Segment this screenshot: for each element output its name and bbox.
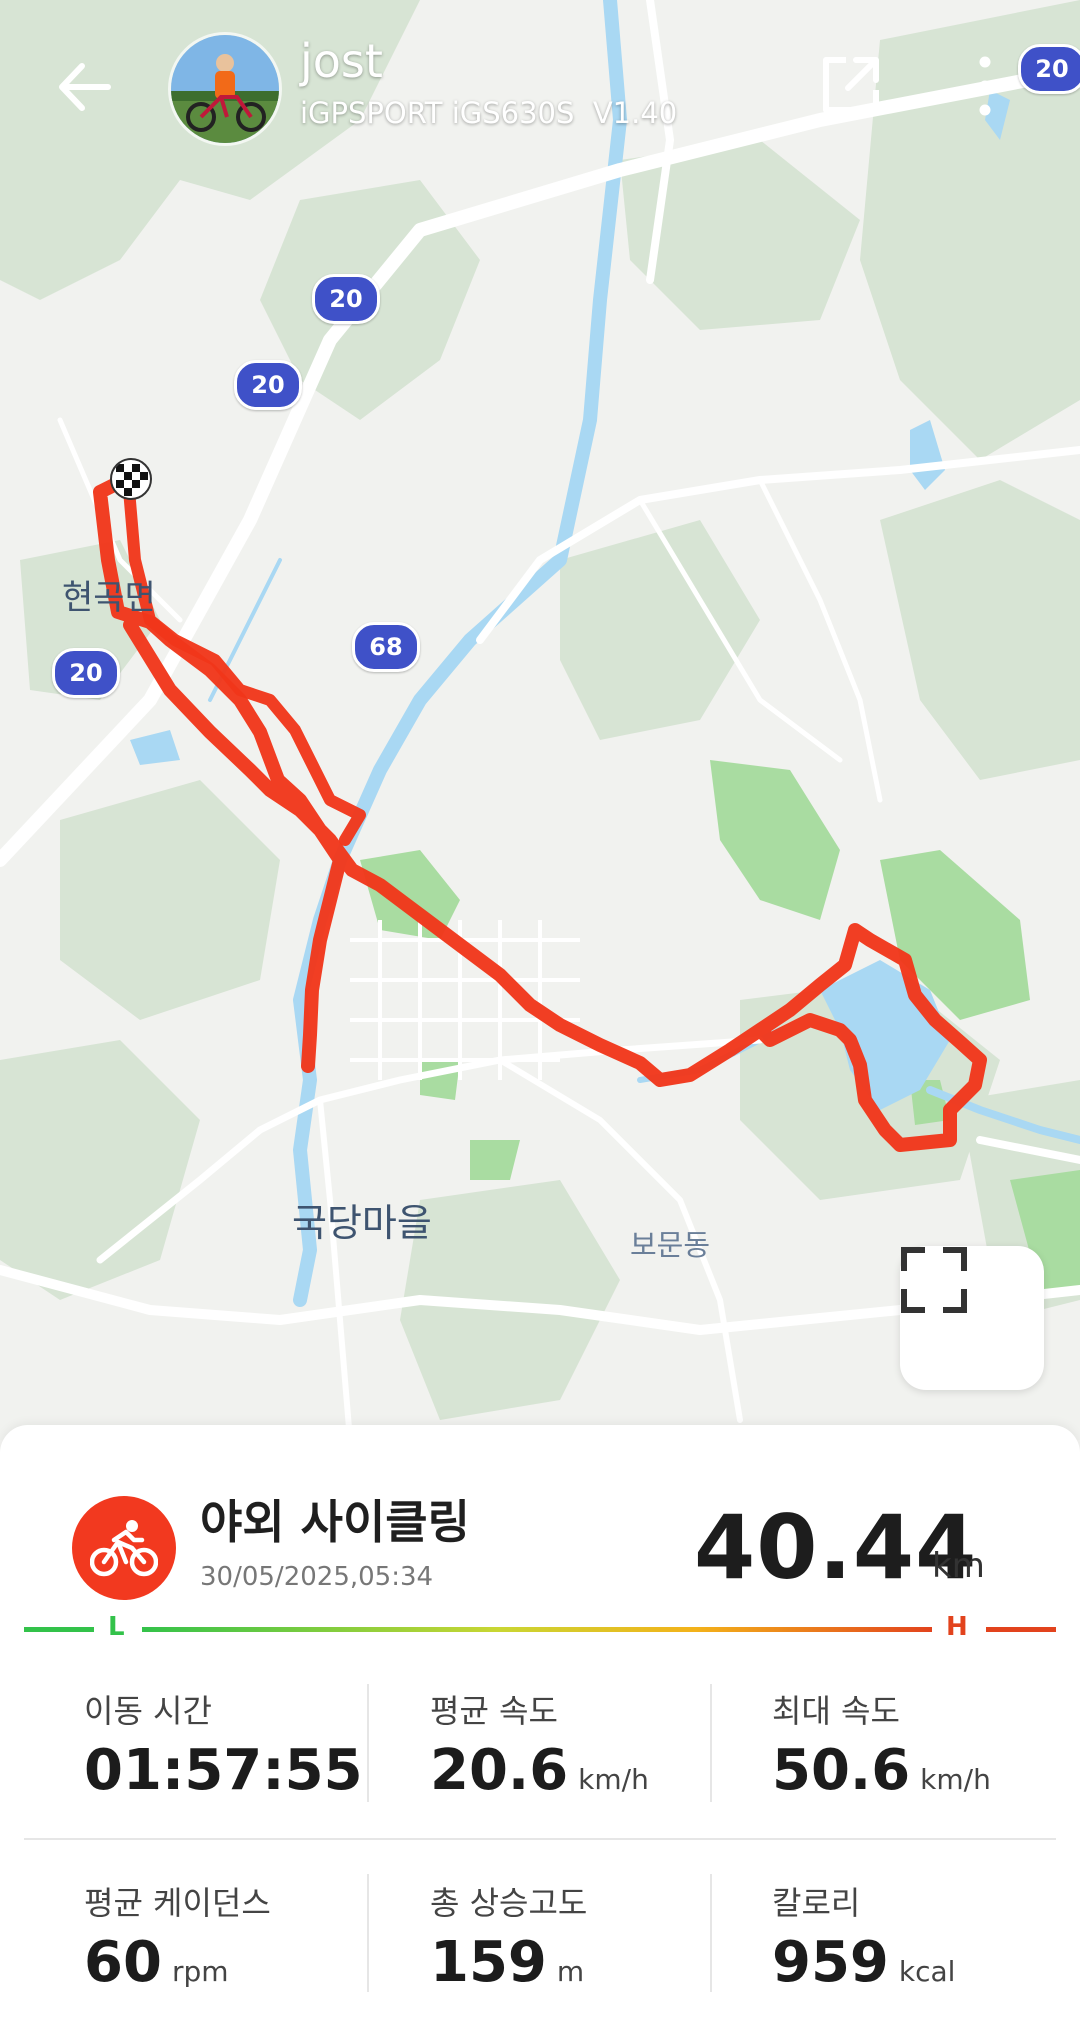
road-shield: 68	[352, 622, 420, 672]
divider	[367, 1684, 369, 1802]
stat-label: 총 상승고도	[430, 1884, 588, 1922]
road-shield: 20	[234, 360, 302, 410]
user-name: jost	[300, 34, 383, 88]
share-button[interactable]	[818, 52, 884, 118]
stat-unit: km/h	[920, 1763, 991, 1796]
stat-value: 01:57:55	[84, 1738, 363, 1803]
stat-value: 50.6	[772, 1738, 911, 1803]
stat-value: 20.6	[430, 1738, 569, 1803]
activity-title: 야외 사이클링	[200, 1495, 470, 1549]
more-vertical-icon	[979, 56, 991, 116]
stat-moving-time: 이동 시간 01:57:55	[84, 1686, 384, 1803]
fullscreen-icon	[901, 1247, 967, 1313]
arrow-left-icon	[59, 63, 111, 111]
stat-unit: km/h	[578, 1763, 649, 1796]
road-shield: 20	[312, 274, 380, 324]
stat-avg-cadence: 평균 케이던스 60 rpm	[84, 1878, 384, 1995]
back-button[interactable]	[52, 52, 122, 122]
activity-datetime: 30/05/2025,05:34	[200, 1562, 434, 1592]
scale-low-label: L	[108, 1612, 125, 1642]
place-label: 현곡면	[62, 578, 156, 618]
stat-unit: rpm	[171, 1955, 229, 1988]
stat-label: 칼로리	[772, 1884, 861, 1922]
divider	[710, 1874, 712, 1992]
divider	[367, 1874, 369, 1992]
map-view[interactable]: 20 20 20 20 68 현곡면 국당마을 보문동	[0, 0, 1080, 1440]
stat-label: 평균 케이던스	[84, 1884, 271, 1922]
stat-value: 60	[84, 1930, 162, 1995]
cycling-icon	[90, 1520, 158, 1577]
avatar[interactable]	[168, 32, 282, 146]
stat-total-ascent: 총 상승고도 159 m	[430, 1878, 730, 1995]
stat-unit: m	[556, 1955, 585, 1988]
divider	[24, 1838, 1056, 1840]
stat-avg-speed: 평균 속도 20.6 km/h	[430, 1686, 730, 1803]
divider	[710, 1684, 712, 1802]
device-name: iGPSPORT iGS630S V1.40	[300, 96, 678, 130]
finish-flag-icon	[110, 458, 152, 500]
stat-label: 이동 시간	[84, 1692, 212, 1730]
place-label: 국당마을	[292, 1201, 432, 1245]
distance-unit: km	[932, 1546, 985, 1586]
road-shield: 20	[52, 648, 120, 698]
activity-type-badge	[72, 1496, 176, 1600]
stat-max-speed: 최대 속도 50.6 km/h	[772, 1686, 1072, 1803]
stat-value: 959	[772, 1930, 889, 1995]
stat-unit: kcal	[898, 1955, 956, 1988]
stat-value: 159	[430, 1930, 547, 1995]
fullscreen-button[interactable]	[900, 1246, 1044, 1390]
share-icon	[823, 57, 879, 113]
stat-calories: 칼로리 959 kcal	[772, 1878, 1072, 1995]
top-bar: jost iGPSPORT iGS630S V1.40	[0, 0, 1080, 200]
scale-high-label: H	[946, 1612, 968, 1642]
place-label: 보문동	[630, 1228, 711, 1262]
intensity-scale	[24, 1627, 1056, 1632]
more-button[interactable]	[960, 50, 1010, 122]
route-track	[93, 471, 987, 1152]
stat-label: 평균 속도	[430, 1692, 558, 1730]
stat-label: 최대 속도	[772, 1692, 900, 1730]
